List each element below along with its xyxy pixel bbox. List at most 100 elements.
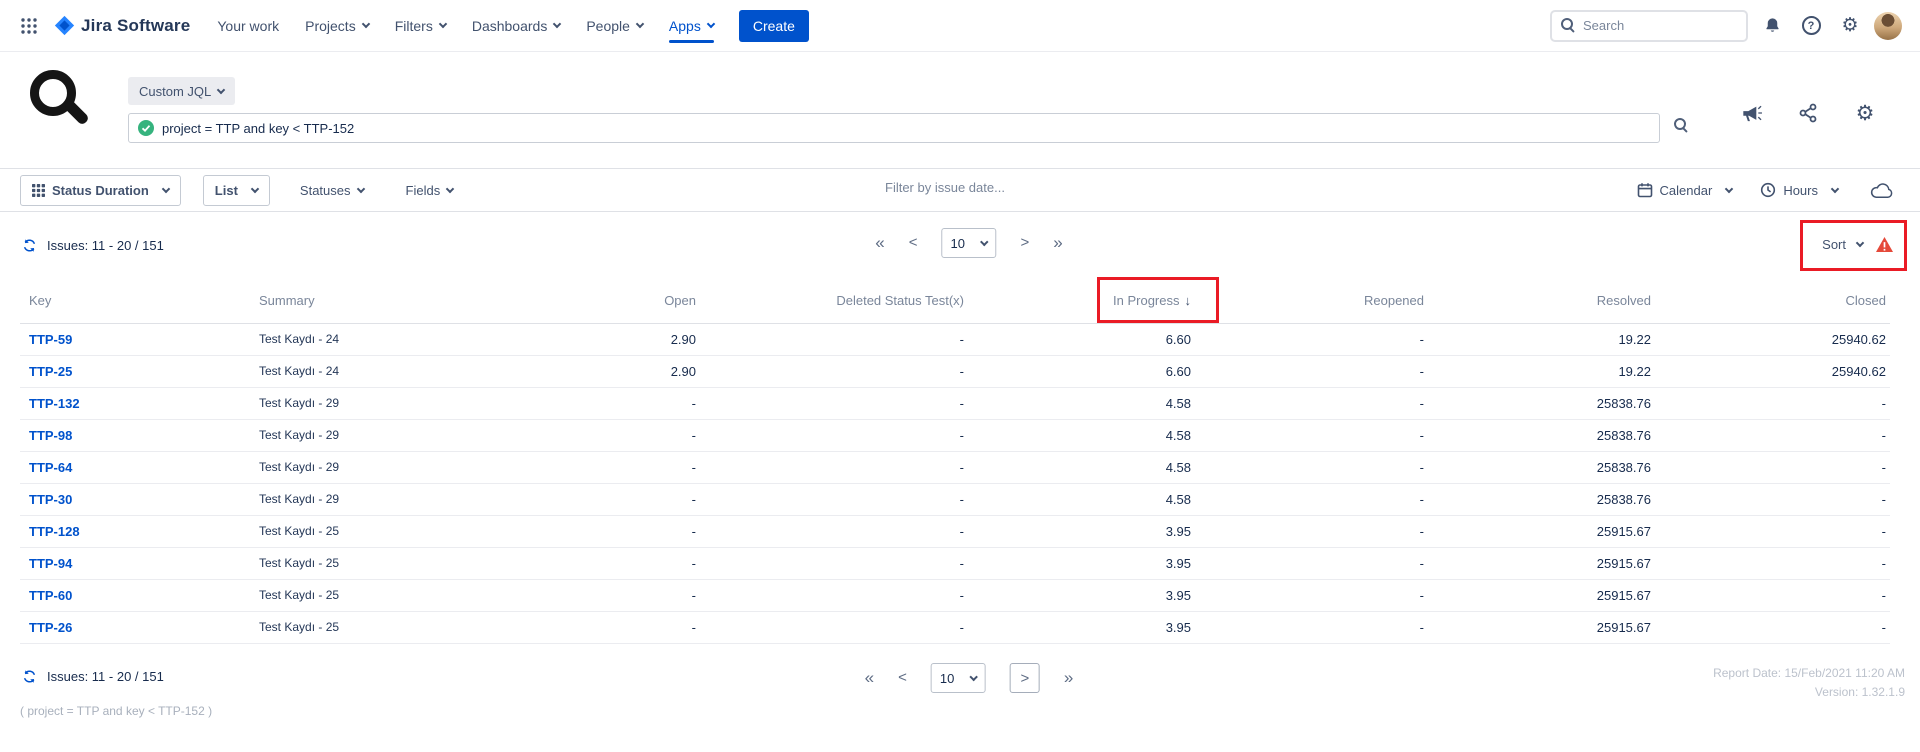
nav-item-dashboards[interactable]: Dashboards [465, 13, 568, 39]
global-search[interactable] [1550, 10, 1748, 42]
page-size-select[interactable]: 10 [942, 228, 997, 258]
duration-cell: - [1195, 579, 1428, 611]
issue-date-filter-input[interactable] [885, 180, 1175, 195]
chevron-down-icon [553, 20, 561, 28]
duration-cell: - [1655, 547, 1890, 579]
nav-item-filters[interactable]: Filters [388, 13, 453, 39]
issue-row: TTP-94Test Kaydı - 25--3.95-25915.67- [20, 547, 1890, 579]
prev-page-button[interactable]: < [909, 228, 918, 258]
feedback-megaphone-icon[interactable] [1736, 98, 1766, 128]
help-icon[interactable]: ? [1796, 11, 1826, 41]
report-info: Report Date: 15/Feb/2021 11:20 AM Versio… [1713, 664, 1905, 702]
duration-cell: 2.90 [480, 323, 700, 355]
nav-item-label: Filters [395, 18, 433, 34]
notifications-bell-icon[interactable] [1757, 11, 1787, 41]
column-label: In Progress [1113, 293, 1179, 308]
last-page-button[interactable]: » [1053, 228, 1062, 258]
jql-valid-check-icon [138, 120, 154, 136]
issue-key-link[interactable]: TTP-98 [29, 428, 72, 443]
duration-cell: 19.22 [1428, 323, 1655, 355]
column-header-key[interactable]: Key [20, 278, 250, 323]
next-page-button[interactable]: > [1010, 663, 1040, 693]
duration-cell: - [1655, 579, 1890, 611]
chevron-down-icon [439, 20, 447, 28]
issue-key-link[interactable]: TTP-30 [29, 492, 72, 507]
report-toolbar: Status Duration List Statuses Fields Cal… [0, 168, 1920, 212]
issue-row: TTP-132Test Kaydı - 29--4.58-25838.76- [20, 387, 1890, 419]
nav-item-your-work[interactable]: Your work [210, 13, 286, 39]
issue-key-cell: TTP-60 [20, 579, 250, 611]
nav-item-people[interactable]: People [579, 13, 650, 39]
last-page-button[interactable]: » [1064, 663, 1073, 693]
issues-count-label: Issues: 11 - 20 / 151 [47, 238, 164, 253]
duration-cell: - [700, 579, 968, 611]
sort-dropdown[interactable]: Sort [1822, 236, 1894, 253]
issue-row: TTP-26Test Kaydı - 25--3.95-25915.67- [20, 611, 1890, 643]
issue-key-link[interactable]: TTP-94 [29, 556, 72, 571]
column-header-in-progress[interactable]: In Progress↓ [968, 278, 1195, 323]
duration-cell: - [700, 483, 968, 515]
issue-key-cell: TTP-128 [20, 515, 250, 547]
jira-logo[interactable]: Jira Software [54, 15, 190, 36]
column-label: Summary [259, 293, 315, 308]
nav-item-apps[interactable]: Apps [662, 13, 721, 39]
issue-key-link[interactable]: TTP-59 [29, 332, 72, 347]
page-size-select[interactable]: 10 [931, 663, 986, 693]
layout-dropdown[interactable]: List [203, 175, 270, 206]
issue-key-link[interactable]: TTP-128 [29, 524, 80, 539]
nav-item-label: Projects [305, 18, 356, 34]
first-page-button[interactable]: « [875, 228, 884, 258]
first-page-button[interactable]: « [865, 663, 874, 693]
column-header-open[interactable]: Open [480, 278, 700, 323]
create-button[interactable]: Create [739, 10, 809, 42]
pagination-top: « < 10 > » [875, 228, 1062, 258]
duration-cell: 25915.67 [1428, 611, 1655, 643]
column-header-deleted-status-test-x[interactable]: Deleted Status Test(x) [700, 278, 968, 323]
column-header-closed[interactable]: Closed [1655, 278, 1890, 323]
issue-key-cell: TTP-98 [20, 419, 250, 451]
jql-query-input[interactable] [162, 121, 1650, 136]
duration-cell: - [480, 387, 700, 419]
app-switcher-icon[interactable] [14, 11, 44, 41]
issue-key-cell: TTP-25 [20, 355, 250, 387]
sort-label: Sort [1822, 237, 1846, 252]
report-settings-gear-icon[interactable]: ⚙ [1850, 98, 1880, 128]
issue-key-link[interactable]: TTP-132 [29, 396, 80, 411]
warning-icon[interactable] [1875, 236, 1894, 253]
issue-key-link[interactable]: TTP-64 [29, 460, 72, 475]
view-type-dropdown[interactable]: Status Duration [20, 175, 181, 206]
page-size-value: 10 [951, 236, 965, 251]
time-format-dropdown[interactable]: Hours [1760, 182, 1838, 198]
jira-logo-icon [54, 15, 75, 36]
jql-mode-dropdown[interactable]: Custom JQL [128, 77, 235, 105]
refresh-icon[interactable] [20, 236, 38, 254]
column-header-summary[interactable]: Summary [250, 278, 480, 323]
export-cloud-icon[interactable] [1866, 175, 1896, 205]
statuses-dropdown[interactable]: Statuses [300, 183, 364, 198]
next-page-button[interactable]: > [1021, 228, 1030, 258]
duration-cell: 2.90 [480, 355, 700, 387]
user-avatar-icon[interactable] [1874, 12, 1902, 40]
share-icon[interactable] [1793, 98, 1823, 128]
jql-mode-label: Custom JQL [139, 84, 211, 99]
global-search-input[interactable] [1583, 18, 1737, 33]
settings-gear-icon[interactable]: ⚙ [1835, 11, 1865, 41]
nav-item-projects[interactable]: Projects [298, 13, 376, 39]
chevron-down-icon [1725, 184, 1733, 192]
calendar-dropdown[interactable]: Calendar [1637, 182, 1733, 198]
duration-cell: - [480, 419, 700, 451]
issue-key-link[interactable]: TTP-60 [29, 588, 72, 603]
table-header-row: KeySummaryOpenDeleted Status Test(x)In P… [20, 278, 1890, 323]
duration-cell: 19.22 [1428, 355, 1655, 387]
fields-dropdown[interactable]: Fields [406, 183, 454, 198]
column-header-resolved[interactable]: Resolved [1428, 278, 1655, 323]
duration-cell: - [700, 323, 968, 355]
jira-logo-text: Jira Software [81, 16, 190, 36]
jql-query-field[interactable] [128, 113, 1660, 143]
issue-key-link[interactable]: TTP-26 [29, 620, 72, 635]
issue-key-link[interactable]: TTP-25 [29, 364, 72, 379]
refresh-icon[interactable] [20, 667, 38, 685]
duration-cell: - [1655, 387, 1890, 419]
prev-page-button[interactable]: < [898, 663, 907, 693]
column-header-reopened[interactable]: Reopened [1195, 278, 1428, 323]
